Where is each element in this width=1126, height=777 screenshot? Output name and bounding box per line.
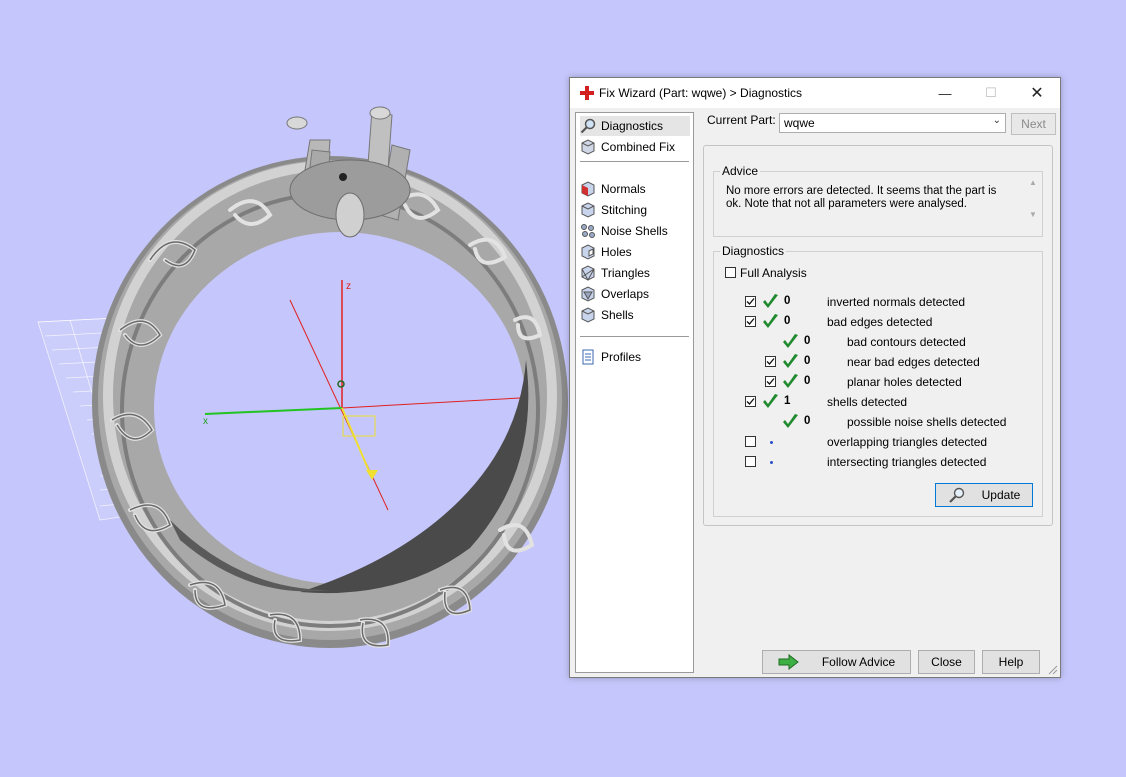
diag-label: shells detected [827, 395, 908, 409]
magnifier-icon [580, 118, 596, 134]
inverted-normals-checkbox[interactable] [745, 296, 756, 307]
triangles-cube-icon [581, 265, 595, 281]
diag-count: 1 [784, 395, 791, 407]
nav-item-shells[interactable]: Shells [580, 305, 690, 325]
document-icon [582, 349, 594, 365]
x-axis-label: x [203, 416, 208, 427]
planar-holes-checkbox[interactable] [765, 376, 776, 387]
nav-item-noise-shells[interactable]: Noise Shells [580, 221, 690, 241]
intersecting-triangles-checkbox[interactable] [745, 456, 756, 467]
minimize-button[interactable]: — [922, 78, 968, 108]
green-check-icon [763, 394, 778, 408]
green-check-icon [763, 314, 778, 328]
diag-label: planar holes detected [847, 375, 962, 389]
diag-count: 0 [784, 295, 791, 307]
follow-advice-label: Follow Advice [821, 655, 896, 669]
near-bad-edges-checkbox[interactable] [765, 356, 776, 367]
nav-item-stitching[interactable]: Stitching [580, 200, 690, 220]
diag-label: intersecting triangles detected [827, 455, 987, 469]
noise-shells-icon [581, 224, 595, 238]
nav-item-profiles[interactable]: Profiles [580, 347, 690, 367]
diag-label: bad edges detected [827, 315, 933, 329]
nav-label: Stitching [601, 203, 648, 217]
diag-count: 0 [804, 415, 811, 427]
maximize-button[interactable]: ☐ [968, 78, 1014, 108]
green-check-icon [783, 354, 798, 368]
update-label: Update [981, 488, 1021, 502]
current-part-label: Current Part: [707, 113, 776, 127]
advice-scrollbar[interactable]: ▲ ▼ [1027, 179, 1039, 223]
close-button[interactable]: Close [918, 650, 975, 674]
nav-label: Triangles [601, 266, 650, 280]
help-button[interactable]: Help [982, 650, 1040, 674]
magnifier-icon [948, 487, 964, 503]
wizard-nav: Diagnostics Combined Fix Normals Stitchi… [575, 112, 694, 673]
nav-item-overlaps[interactable]: Overlaps [580, 284, 690, 304]
nav-item-holes[interactable]: Holes [580, 242, 690, 262]
diag-label: bad contours detected [847, 335, 966, 349]
nav-item-normals[interactable]: Normals [580, 179, 690, 199]
diag-label: possible noise shells detected [847, 415, 1007, 429]
green-check-icon [783, 374, 798, 388]
nav-label: Noise Shells [601, 224, 668, 238]
green-check-icon [783, 334, 798, 348]
diag-count: 0 [784, 315, 791, 327]
title-bar[interactable]: Fix Wizard (Part: wqwe) > Diagnostics — … [570, 78, 1060, 108]
ring-model [92, 106, 568, 648]
nav-item-combined-fix[interactable]: Combined Fix [580, 137, 690, 157]
shells-checkbox[interactable] [745, 396, 756, 407]
full-analysis-checkbox[interactable] [725, 267, 736, 278]
shells-cube-icon [581, 307, 595, 323]
nav-separator [580, 161, 689, 162]
normals-cube-icon [581, 181, 595, 197]
close-window-button[interactable]: ✕ [1014, 78, 1060, 108]
status-dot [770, 441, 773, 444]
red-cross-icon [580, 86, 594, 100]
next-button[interactable]: Next [1011, 113, 1056, 135]
chevron-down-icon: ⌄ [992, 115, 1001, 126]
cube-icon [581, 139, 595, 155]
nav-label: Combined Fix [601, 140, 676, 154]
status-dot [770, 461, 773, 464]
green-check-icon [763, 294, 778, 308]
fix-wizard-dialog: Fix Wizard (Part: wqwe) > Diagnostics — … [569, 77, 1061, 678]
diagnostics-title: Diagnostics [720, 244, 787, 258]
overlaps-cube-icon [581, 286, 595, 302]
advice-title: Advice [720, 164, 761, 178]
nav-label: Normals [601, 182, 646, 196]
overlapping-triangles-checkbox[interactable] [745, 436, 756, 447]
follow-advice-button[interactable]: Follow Advice [762, 650, 911, 674]
nav-item-triangles[interactable]: Triangles [580, 263, 690, 283]
diagnostics-group: Diagnostics Full Analysis 0 inverted nor… [713, 244, 1043, 517]
diag-count: 0 [804, 375, 811, 387]
green-check-icon [783, 414, 798, 428]
nav-label: Shells [601, 308, 634, 322]
z-axis-label: z [346, 281, 351, 292]
diag-label: overlapping triangles detected [827, 435, 988, 449]
nav-separator [580, 336, 689, 337]
dialog-title: Fix Wizard (Part: wqwe) > Diagnostics [599, 86, 803, 100]
holes-cube-icon [581, 244, 595, 260]
diag-count: 0 [804, 355, 811, 367]
bad-edges-checkbox[interactable] [745, 316, 756, 327]
nav-item-diagnostics[interactable]: Diagnostics [580, 116, 690, 136]
nav-label: Diagnostics [601, 119, 664, 133]
nav-label: Overlaps [601, 287, 650, 301]
diag-label: near bad edges detected [847, 355, 980, 369]
resize-grip-icon[interactable] [1048, 665, 1058, 675]
nav-label: Holes [601, 245, 632, 259]
diag-count: 0 [804, 335, 811, 347]
current-part-dropdown[interactable]: wqwe ⌄ [779, 113, 1006, 133]
full-analysis-label: Full Analysis [740, 266, 807, 280]
advice-text: No more errors are detected. It seems th… [726, 185, 997, 210]
nav-label: Profiles [601, 350, 642, 364]
advice-group: Advice No more errors are detected. It s… [713, 164, 1043, 237]
current-part-value: wqwe [784, 116, 815, 130]
green-arrow-icon [778, 654, 799, 670]
diag-label: inverted normals detected [827, 295, 966, 309]
update-button[interactable]: Update [935, 483, 1033, 507]
stitching-cube-icon [581, 202, 595, 218]
